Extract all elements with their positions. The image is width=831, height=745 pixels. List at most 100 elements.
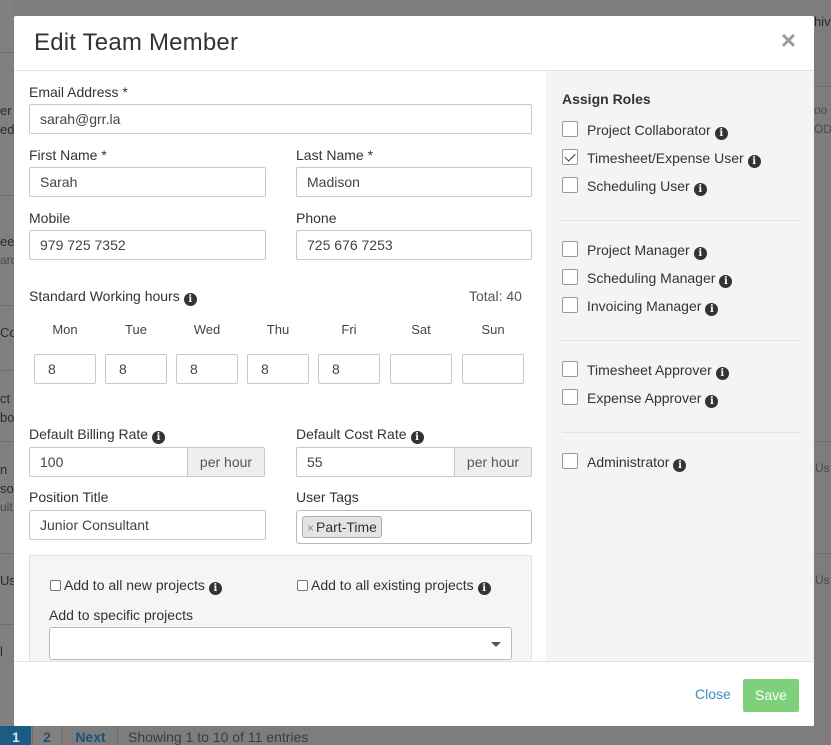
info-icon[interactable]: i <box>714 127 728 140</box>
role-label: Scheduling Manager <box>587 270 716 286</box>
role-divider <box>562 340 800 341</box>
role-checkbox[interactable] <box>562 121 578 137</box>
tag-label: Part-Time <box>316 519 377 535</box>
background-text: n <box>0 462 8 477</box>
info-icon[interactable]: i <box>693 247 707 260</box>
hours-input-wed[interactable]: 8 <box>176 354 238 384</box>
background-text: ult <box>0 500 13 514</box>
info-icon[interactable]: i <box>747 155 761 168</box>
assign-roles-panel: Assign Roles Project Collaborator i Times… <box>546 71 814 661</box>
role-divider <box>562 432 800 433</box>
role-checkbox[interactable] <box>562 297 578 313</box>
tag-chip: × Part-Time <box>302 516 382 538</box>
info-icon[interactable]: i <box>673 459 687 472</box>
hours-input-sun[interactable] <box>462 354 524 384</box>
first-name-field[interactable]: Sarah <box>29 167 266 197</box>
info-icon[interactable]: i <box>208 582 222 595</box>
info-icon[interactable]: i <box>705 303 719 316</box>
page-1-button[interactable]: 1 <box>0 726 31 745</box>
background-divider <box>0 370 14 371</box>
background-text: ct <box>0 391 11 406</box>
day-label-fri: Fri <box>341 322 357 337</box>
last-name-label: Last Name * <box>296 147 374 163</box>
role-checkbox-checked[interactable] <box>562 149 578 165</box>
modal-body: Email Address * sarah@grr.la First Name … <box>14 71 814 672</box>
modal-title: Edit Team Member <box>34 29 239 56</box>
cost-rate-field[interactable]: 55 <box>296 447 455 477</box>
background-text: ed <box>0 122 15 137</box>
email-field[interactable]: sarah@grr.la <box>29 104 532 134</box>
billing-rate-label: Default Billing Rate i <box>29 426 166 444</box>
close-icon[interactable]: × <box>781 27 796 53</box>
role-label: Invoicing Manager <box>587 298 702 314</box>
last-name-field[interactable]: Madison <box>296 167 532 197</box>
role-checkbox[interactable] <box>562 241 578 257</box>
next-page-button[interactable]: Next <box>64 726 118 745</box>
email-label: Email Address * <box>29 84 128 100</box>
info-icon[interactable]: i <box>477 582 491 595</box>
member-details-form: Email Address * sarah@grr.la First Name … <box>14 71 546 672</box>
add-existing-projects-label: Add to all existing projects i <box>311 577 491 595</box>
remove-tag-icon[interactable]: × <box>307 521 314 535</box>
info-icon[interactable]: i <box>410 431 424 444</box>
close-button[interactable]: Close <box>695 686 731 702</box>
phone-label: Phone <box>296 210 337 226</box>
background-text: bo <box>0 410 15 425</box>
info-icon[interactable]: i <box>693 183 707 196</box>
background-divider <box>813 86 831 87</box>
info-icon[interactable]: i <box>152 431 166 444</box>
edit-team-member-modal: Edit Team Member × Email Address * sarah… <box>14 16 814 726</box>
hours-input-fri[interactable]: 8 <box>318 354 380 384</box>
background-divider <box>0 624 14 625</box>
background-divider <box>813 441 831 442</box>
info-icon[interactable]: i <box>705 395 719 408</box>
background-text: hiv <box>814 14 831 29</box>
hours-input-tue[interactable]: 8 <box>105 354 167 384</box>
role-label: Timesheet Approver <box>587 362 712 378</box>
hours-input-sat[interactable] <box>390 354 452 384</box>
background-text: Us <box>815 573 830 587</box>
role-divider <box>562 220 800 221</box>
role-checkbox[interactable] <box>562 453 578 469</box>
phone-field[interactable]: 725 676 7253 <box>296 230 532 260</box>
info-icon[interactable]: i <box>715 367 729 380</box>
save-button[interactable]: Save <box>743 679 799 712</box>
role-checkbox[interactable] <box>562 269 578 285</box>
position-title-field[interactable]: Junior Consultant <box>29 510 266 540</box>
modal-footer: Close Save <box>14 661 814 726</box>
first-name-label: First Name * <box>29 147 107 163</box>
role-checkbox[interactable] <box>562 361 578 377</box>
user-tags-label: User Tags <box>296 489 359 505</box>
day-label-wed: Wed <box>193 322 221 337</box>
hours-input-thu[interactable]: 8 <box>247 354 309 384</box>
hours-input-mon[interactable]: 8 <box>34 354 96 384</box>
cost-rate-label: Default Cost Rate i <box>296 426 424 444</box>
background-divider <box>0 441 14 442</box>
role-checkbox[interactable] <box>562 389 578 405</box>
role-label: Expense Approver <box>587 390 702 406</box>
add-new-projects-label: Add to all new projects i <box>64 577 222 595</box>
role-label: Project Collaborator <box>587 122 711 138</box>
role-checkbox[interactable] <box>562 177 578 193</box>
role-label: Timesheet/Expense User <box>587 150 744 166</box>
background-text: oo <box>814 103 828 117</box>
role-label: Project Manager <box>587 242 690 258</box>
billing-rate-field[interactable]: 100 <box>29 447 188 477</box>
project-assignment-panel: Add to all new projects i Add to all exis… <box>29 555 532 672</box>
chevron-down-icon <box>491 642 501 647</box>
add-existing-projects-checkbox[interactable] <box>297 580 308 591</box>
background-divider <box>0 52 14 53</box>
modal-header: Edit Team Member × <box>14 16 814 71</box>
add-new-projects-checkbox[interactable] <box>50 580 61 591</box>
page-2-button[interactable]: 2 <box>32 726 62 745</box>
add-specific-projects-label: Add to specific projects <box>49 607 193 623</box>
info-icon[interactable]: i <box>183 293 197 306</box>
background-text: ee <box>0 234 15 249</box>
user-tags-input[interactable]: × Part-Time <box>296 510 532 544</box>
role-label: Administrator <box>587 454 670 470</box>
cost-rate-unit: per hour <box>455 447 532 477</box>
info-icon[interactable]: i <box>719 275 733 288</box>
mobile-field[interactable]: 979 725 7352 <box>29 230 266 260</box>
background-text: er <box>0 103 12 118</box>
specific-projects-select[interactable] <box>49 627 512 660</box>
